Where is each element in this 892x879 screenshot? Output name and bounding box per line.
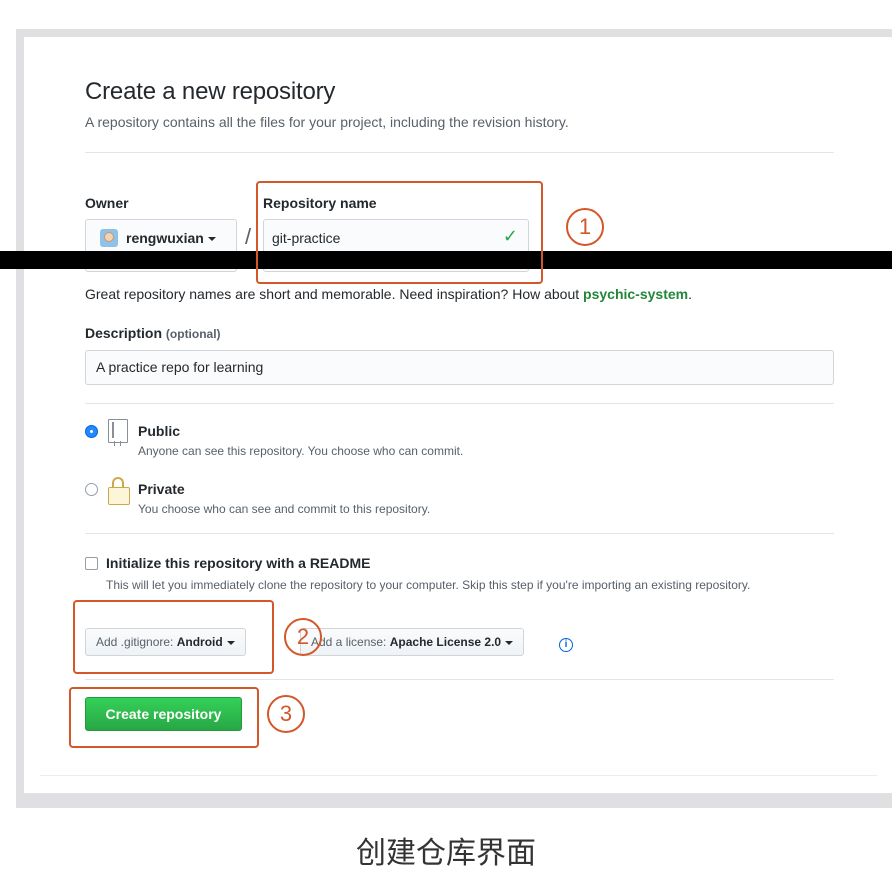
name-hint: Great repository names are short and mem… bbox=[85, 286, 692, 302]
public-option-title: Public bbox=[138, 423, 181, 439]
repo-book-icon bbox=[108, 419, 128, 446]
private-radio[interactable] bbox=[85, 483, 98, 496]
annotation-step-2: 2 bbox=[284, 618, 322, 656]
owner-label: Owner bbox=[85, 195, 129, 211]
slash-separator: / bbox=[245, 224, 252, 249]
public-radio[interactable] bbox=[85, 425, 98, 438]
avatar bbox=[100, 229, 118, 247]
readme-desc: This will let you immediately clone the … bbox=[106, 578, 751, 592]
annotation-step-3: 3 bbox=[267, 695, 305, 733]
caret-down-icon bbox=[505, 640, 514, 645]
page-subtitle: A repository contains all the files for … bbox=[85, 114, 569, 130]
private-option-title: Private bbox=[138, 481, 185, 497]
private-option-desc: You choose who can see and commit to thi… bbox=[138, 502, 431, 516]
divider bbox=[85, 533, 834, 534]
annotation-box-3 bbox=[69, 687, 259, 748]
description-input[interactable]: A practice repo for learning bbox=[85, 350, 834, 385]
description-value: A practice repo for learning bbox=[96, 359, 264, 375]
name-suggestion-link[interactable]: psychic-system bbox=[583, 286, 688, 302]
readme-checkbox[interactable] bbox=[85, 557, 98, 570]
annotation-box-2 bbox=[73, 600, 274, 674]
owner-value: rengwuxian bbox=[126, 230, 216, 246]
annotation-box-1 bbox=[256, 181, 543, 284]
divider bbox=[85, 152, 834, 153]
divider bbox=[85, 679, 834, 680]
caret-down-icon bbox=[207, 237, 216, 242]
annotation-step-1: 1 bbox=[566, 208, 604, 246]
readme-label: Initialize this repository with a README bbox=[106, 555, 371, 571]
description-label: Description (optional) bbox=[85, 325, 221, 341]
divider bbox=[85, 403, 834, 404]
optional-tag: (optional) bbox=[165, 327, 221, 341]
page-title: Create a new repository bbox=[85, 78, 336, 105]
public-option-desc: Anyone can see this repository. You choo… bbox=[138, 444, 464, 458]
license-select[interactable]: Add a license: Apache License 2.0 bbox=[300, 628, 525, 656]
figure-caption: 创建仓库界面 bbox=[356, 837, 536, 870]
divider bbox=[40, 775, 877, 776]
lock-icon bbox=[108, 477, 130, 505]
info-icon[interactable]: i bbox=[559, 638, 573, 652]
